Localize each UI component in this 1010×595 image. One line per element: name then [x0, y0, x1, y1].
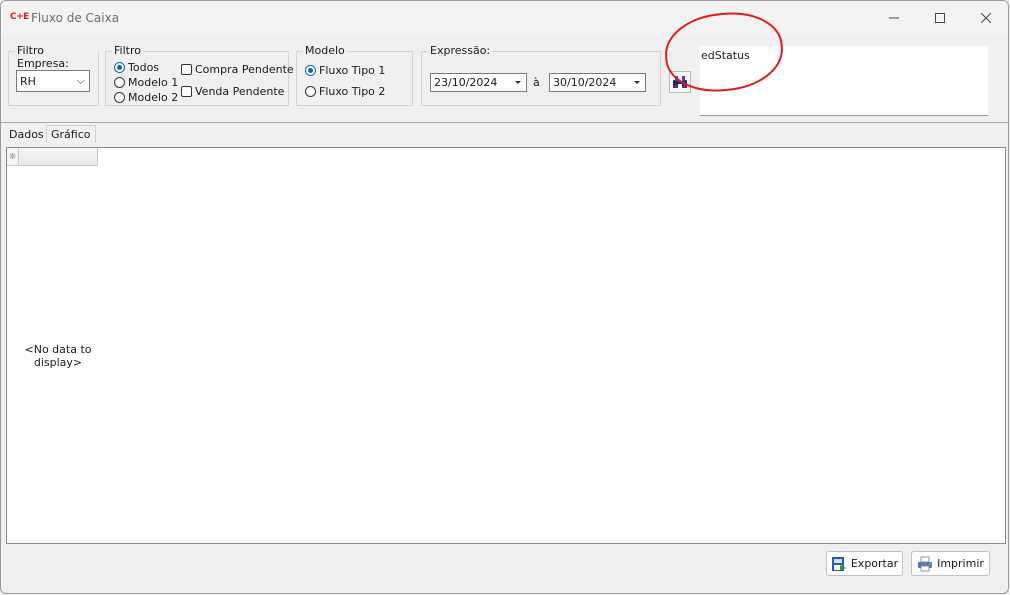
date-from-picker[interactable]: 23/10/2024	[430, 73, 527, 92]
maximize-button[interactable]	[917, 1, 963, 34]
checkbox-venda-pendente-label: Venda Pendente	[195, 85, 285, 98]
export-icon	[831, 556, 846, 571]
print-button-label: Imprimir	[937, 557, 984, 570]
maximize-icon	[935, 12, 945, 23]
tab-dados[interactable]: Dados	[5, 125, 48, 143]
window-title: Fluxo de Caixa	[31, 11, 120, 25]
data-grid[interactable]: ❊ <No data to display>	[6, 147, 1006, 544]
dropdown-arrow-icon	[515, 81, 521, 84]
chevron-down-icon: ⌵	[76, 74, 85, 87]
no-data-message: <No data to display>	[23, 343, 93, 369]
filtro-group: Filtro Todos Modelo 1 Modelo 2 Compra Pe…	[105, 44, 294, 106]
date-to-value: 30/10/2024	[553, 76, 617, 89]
empresa-select-value: RH	[20, 74, 36, 88]
empresa-filter-group: Filtro Empresa: RH ⌵	[8, 44, 99, 106]
expressao-label: Expressão:	[428, 44, 493, 57]
grid-column-header[interactable]	[19, 148, 98, 166]
export-button-label: Exportar	[850, 557, 899, 570]
radio-fluxo-tipo-2[interactable]: Fluxo Tipo 2	[305, 85, 385, 98]
tab-separator	[1, 122, 1008, 123]
export-button[interactable]: Exportar	[826, 551, 903, 576]
radio-modelo-2-label: Modelo 2	[128, 91, 179, 104]
minimize-button[interactable]	[871, 1, 917, 34]
empresa-filter-label: Filtro Empresa:	[15, 44, 98, 70]
radio-todos-label: Todos	[128, 61, 160, 74]
date-separator: à	[533, 76, 540, 89]
close-icon	[981, 12, 991, 23]
app-logo: C+E	[10, 12, 29, 22]
checkbox-compra-pendente[interactable]: Compra Pendente	[181, 63, 294, 76]
radio-unselected-icon	[114, 92, 125, 103]
radio-fluxo-tipo-1-label: Fluxo Tipo 1	[319, 64, 386, 77]
title-bar: C+E Fluxo de Caixa	[1, 1, 1008, 34]
expressao-group: Expressão: 23/10/2024 à 30/10/2024	[421, 44, 661, 106]
date-to-picker[interactable]: 30/10/2024	[549, 73, 646, 92]
dropdown-arrow-icon	[634, 81, 640, 84]
radio-unselected-icon	[114, 77, 125, 88]
radio-selected-icon	[305, 65, 316, 76]
checkbox-compra-pendente-label: Compra Pendente	[195, 63, 294, 76]
date-from-value: 23/10/2024	[434, 76, 498, 89]
empresa-select[interactable]: RH ⌵	[16, 70, 90, 92]
printer-icon	[918, 556, 933, 571]
radio-fluxo-tipo-1[interactable]: Fluxo Tipo 1	[305, 64, 385, 77]
filtro-label: Filtro	[112, 44, 143, 57]
checkbox-venda-pendente[interactable]: Venda Pendente	[181, 85, 284, 98]
app-window: C+E Fluxo de Caixa Filtro Empresa: RH ⌵ …	[0, 0, 1009, 594]
close-button[interactable]	[963, 1, 1008, 34]
row-indicator-icon: ❊	[7, 148, 19, 166]
no-data-line-1: <No data to	[24, 343, 92, 356]
radio-fluxo-tipo-2-label: Fluxo Tipo 2	[319, 85, 386, 98]
radio-modelo-2[interactable]: Modelo 2	[114, 91, 178, 104]
radio-modelo-1-label: Modelo 1	[128, 76, 179, 89]
radio-modelo-1[interactable]: Modelo 1	[114, 76, 178, 89]
minimize-icon	[889, 17, 899, 18]
radio-unselected-icon	[305, 86, 316, 97]
no-data-line-2: display>	[33, 356, 83, 369]
checkbox-unchecked-icon	[181, 64, 192, 75]
checkbox-unchecked-icon	[181, 86, 192, 97]
modelo-label: Modelo	[303, 44, 347, 57]
radio-selected-icon	[114, 62, 125, 73]
print-button[interactable]: Imprimir	[911, 551, 990, 576]
tab-grafico[interactable]: Gráfico	[46, 125, 96, 143]
modelo-group: Modelo Fluxo Tipo 1 Fluxo Tipo 2	[296, 44, 413, 106]
radio-todos[interactable]: Todos	[114, 61, 159, 74]
